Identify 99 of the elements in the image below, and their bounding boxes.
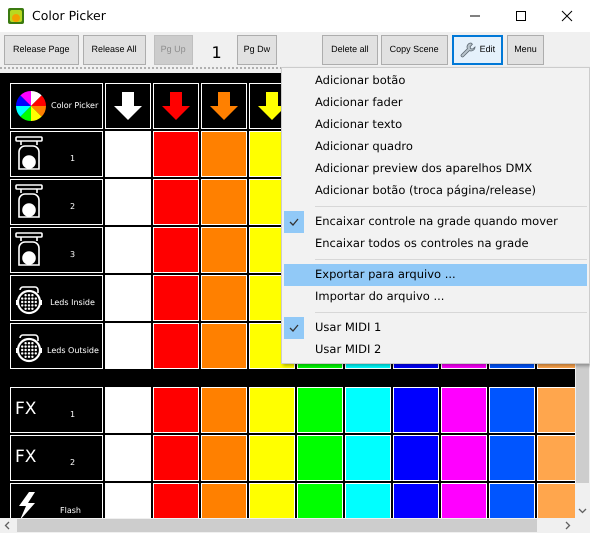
menu-item[interactable]: Adicionar preview dos aparelhos DMX: [284, 158, 587, 180]
effect-label: FX: [15, 446, 38, 470]
color-swatch[interactable]: [153, 131, 199, 178]
color-swatch[interactable]: [153, 179, 199, 226]
color-swatch[interactable]: [153, 323, 199, 370]
fixture-tile[interactable]: 2: [10, 179, 103, 226]
color-swatch[interactable]: [345, 387, 391, 434]
menu-item[interactable]: Importar do arquivo ...: [284, 286, 587, 308]
maximize-icon[interactable]: [515, 10, 527, 22]
toolbar-button[interactable]: Delete all: [322, 35, 378, 65]
color-swatch[interactable]: [297, 483, 343, 518]
color-swatch[interactable]: [441, 435, 487, 482]
color-swatch[interactable]: [393, 435, 439, 482]
menu-item[interactable]: Adicionar fader: [284, 92, 587, 114]
toolbar-button[interactable]: Pg Dw: [236, 35, 278, 65]
moving-head-icon: [15, 136, 43, 172]
color-swatch[interactable]: [537, 387, 575, 434]
color-swatch[interactable]: [105, 275, 151, 322]
color-swatch[interactable]: [153, 275, 199, 322]
effect-label: FX: [15, 398, 38, 422]
fixture-tile[interactable]: Leds Inside: [10, 275, 103, 322]
toolbar-button[interactable]: Release All: [82, 35, 146, 65]
color-swatch[interactable]: [201, 227, 247, 274]
color-swatch[interactable]: [393, 387, 439, 434]
color-swatch[interactable]: [249, 387, 295, 434]
menu-item[interactable]: Usar MIDI 1: [284, 317, 587, 339]
fixture-tile[interactable]: FX 1: [10, 387, 103, 434]
tile-label: Leds Inside: [49, 297, 96, 310]
color-swatch[interactable]: [105, 323, 151, 370]
moving-head-icon: [15, 184, 43, 220]
toolbar-button[interactable]: Copy Scene: [380, 35, 448, 65]
menu-button[interactable]: Menu: [507, 35, 544, 65]
color-swatch[interactable]: [105, 435, 151, 482]
color-swatch[interactable]: [105, 387, 151, 434]
color-swatch[interactable]: [105, 131, 151, 178]
menu-item[interactable]: Adicionar quadro: [284, 136, 587, 158]
color-swatch[interactable]: [489, 435, 535, 482]
tile-label: 1: [68, 153, 76, 166]
color-swatch[interactable]: [201, 483, 247, 518]
toolbar-button[interactable]: Edit: [452, 35, 504, 65]
tile-label: Leds Outside: [47, 345, 99, 358]
color-swatch[interactable]: [105, 483, 151, 518]
color-swatch[interactable]: [153, 227, 199, 274]
color-swatch[interactable]: [345, 483, 391, 518]
fixture-tile[interactable]: FX 2: [10, 435, 103, 482]
menu-item[interactable]: Adicionar botão (troca página/release): [284, 180, 587, 202]
menu-item[interactable]: Usar MIDI 2: [284, 339, 587, 361]
tile-label: Flash: [59, 505, 82, 518]
color-swatch[interactable]: [105, 227, 151, 274]
color-swatch[interactable]: [201, 435, 247, 482]
toolbar-button[interactable]: Release Page: [4, 35, 79, 65]
fixture-tile[interactable]: 1: [10, 131, 103, 178]
wrench-icon: [460, 42, 476, 58]
tile-label: 2: [68, 201, 76, 214]
moving-head-icon: [15, 232, 43, 268]
tile-label: 3: [68, 249, 76, 262]
fixture-tile[interactable]: Leds Outside: [10, 323, 103, 370]
color-swatch[interactable]: [441, 483, 487, 518]
close-icon[interactable]: [561, 10, 573, 22]
color-swatch[interactable]: [537, 435, 575, 482]
down-arrow-icon: [208, 90, 240, 122]
color-swatch[interactable]: [153, 387, 199, 434]
menu-item[interactable]: Adicionar botão: [284, 70, 587, 92]
color-swatch[interactable]: [201, 323, 247, 370]
menu-item[interactable]: Exportar para arquivo ...: [284, 264, 587, 286]
color-swatch[interactable]: [105, 179, 151, 226]
color-swatch[interactable]: [153, 483, 199, 518]
color-swatch[interactable]: [153, 435, 199, 482]
color-column-header[interactable]: [105, 83, 151, 130]
down-arrow-icon: [160, 90, 192, 122]
menu-item[interactable]: Encaixar controle na grade quando mover: [284, 211, 587, 233]
menu-item[interactable]: Encaixar todos os controles na grade: [284, 233, 587, 255]
color-swatch[interactable]: [345, 435, 391, 482]
color-swatch[interactable]: [201, 387, 247, 434]
page-number: 1: [210, 42, 223, 64]
color-swatch[interactable]: [297, 387, 343, 434]
tile-label: 2: [68, 457, 76, 470]
menu-item[interactable]: Adicionar texto: [284, 114, 587, 136]
window-title: Color Picker: [32, 6, 107, 25]
color-swatch[interactable]: [201, 275, 247, 322]
color-swatch[interactable]: [297, 435, 343, 482]
color-swatch[interactable]: [201, 131, 247, 178]
color-swatch[interactable]: [489, 483, 535, 518]
color-swatch[interactable]: [249, 435, 295, 482]
color-swatch[interactable]: [441, 387, 487, 434]
tile-label: Color Picker: [51, 100, 98, 112]
fixture-tile[interactable]: 3: [10, 227, 103, 274]
color-swatch[interactable]: [249, 483, 295, 518]
color-column-header[interactable]: [153, 83, 199, 130]
color-swatch[interactable]: [393, 483, 439, 518]
header-tile[interactable]: Color Picker: [10, 83, 103, 130]
app-icon: [8, 8, 24, 24]
color-swatch[interactable]: [489, 387, 535, 434]
fixture-tile[interactable]: Flash: [10, 483, 103, 518]
color-column-header[interactable]: [201, 83, 247, 130]
tile-label: 1: [68, 409, 76, 422]
color-swatch[interactable]: [201, 179, 247, 226]
color-wheel-icon: [15, 90, 47, 122]
down-arrow-icon: [112, 90, 144, 122]
